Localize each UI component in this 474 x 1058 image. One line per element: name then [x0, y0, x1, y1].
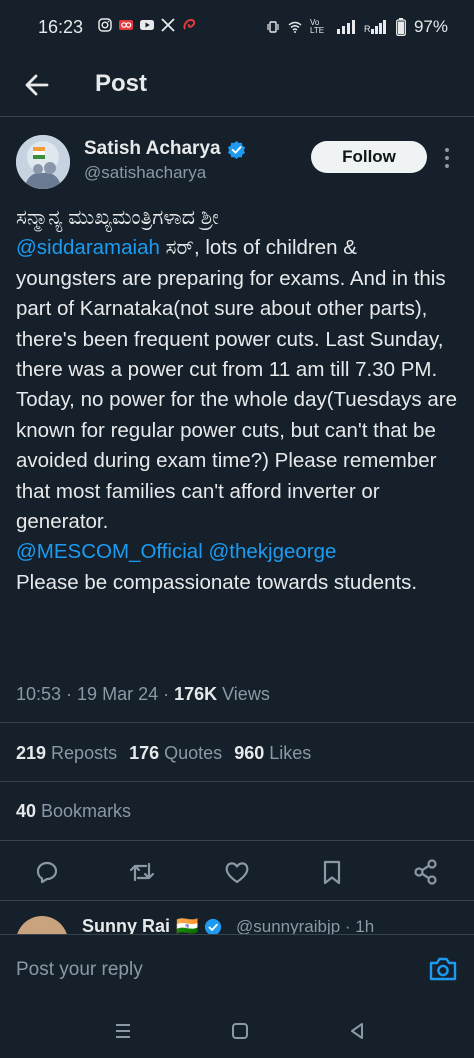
likes-label: Likes [269, 743, 312, 763]
tweet-closing: Please be compassionate towards students… [16, 570, 418, 594]
status-bar: 16:23 Vo LTE R 97% [0, 0, 474, 56]
actions-divider [0, 900, 474, 901]
avatar-illustration [16, 135, 70, 189]
tweet-meta: 10:53 · 19 Mar 24 · 176K Views [16, 684, 270, 705]
author-name-row[interactable]: Satish Acharya [84, 138, 246, 160]
battery-percentage: 97% [413, 17, 448, 36]
system-icons: Vo LTE R 97% [266, 17, 448, 37]
likes-stat[interactable]: 960 Likes [234, 743, 311, 764]
tweet-text: ಸನ್ಮಾನ್ಯ ಮುಖ್ಯಮಂತ್ರಿಗಳಾದ ಶ್ರೀ @siddarama… [16, 203, 462, 598]
recent-apps-icon[interactable] [112, 1020, 134, 1042]
meta-separator: · [61, 684, 78, 704]
tweet-kannada-sir: ಸರ್ [159, 236, 194, 260]
signal-roaming-icon: R [364, 20, 386, 34]
instagram-icon [98, 18, 112, 32]
back-arrow-icon[interactable] [22, 70, 52, 100]
reply-composer[interactable]: Post your reply [0, 934, 474, 1005]
vibrate-icon [267, 21, 279, 33]
author-name[interactable]: Satish Acharya [84, 138, 221, 160]
status-time: 16:23 [38, 17, 84, 37]
india-flag-icon: 🇮🇳 [176, 916, 199, 934]
author-avatar[interactable] [16, 135, 70, 189]
back-nav-icon[interactable] [346, 1020, 368, 1042]
repost-icon[interactable] [128, 858, 156, 886]
reply-avatar[interactable] [16, 916, 68, 934]
battery-icon [396, 18, 406, 36]
reply-author-name[interactable]: Sunny Rai [82, 916, 170, 934]
follow-button[interactable]: Follow [311, 141, 427, 173]
tweet-date: 19 Mar 24 [77, 684, 159, 704]
home-icon[interactable] [229, 1020, 251, 1042]
tweet-time: 10:53 [16, 684, 62, 704]
reposts-count: 219 [16, 743, 47, 763]
stats-divider [0, 781, 474, 782]
airtel-icon [183, 18, 196, 30]
verified-badge-icon [227, 140, 245, 159]
x-icon [161, 18, 175, 32]
share-icon[interactable] [412, 858, 440, 886]
svg-text:R: R [364, 24, 371, 34]
volte-label: Vo LTE [309, 18, 325, 35]
mention-link[interactable]: @MESCOM_Official [16, 540, 203, 563]
bookmark-icon[interactable] [318, 858, 346, 886]
more-options-icon[interactable] [440, 146, 454, 170]
system-navigation-bar [0, 1004, 474, 1058]
header-divider [0, 116, 474, 117]
mention-link[interactable]: @siddaramaiah [16, 236, 160, 259]
reply-handle-time: @sunnyraibjp · 1h [236, 917, 375, 934]
top-bar: Post [0, 56, 474, 114]
youtube-icon [140, 20, 154, 30]
mention-link[interactable]: @thekjgeorge [208, 540, 336, 563]
quotes-label: Quotes [164, 743, 223, 763]
reply-preview[interactable]: Sunny Rai 🇮🇳 @sunnyraibjp · 1h [0, 906, 474, 934]
bookmarks-label: Bookmarks [41, 801, 132, 821]
author-handle[interactable]: @satishacharya [84, 163, 206, 183]
reposts-label: Reposts [51, 743, 118, 763]
quotes-stat[interactable]: 176 Quotes [129, 743, 222, 764]
signal-icon [336, 20, 355, 34]
meta-divider [0, 722, 474, 723]
tweet-kannada-greeting: ಸನ್ಮಾನ್ಯ ಮುಖ್ಯಮಂತ್ರಿಗಳಾದ ಶ್ರೀ [16, 206, 219, 229]
bookmarks-divider [0, 840, 474, 841]
quotes-count: 176 [129, 743, 160, 763]
wifi-icon [288, 21, 302, 33]
views-label: Views [217, 684, 270, 704]
views-count[interactable]: 176K [174, 684, 217, 704]
page-title: Post [95, 70, 148, 97]
like-heart-icon[interactable] [223, 858, 251, 886]
reply-name-row[interactable]: Sunny Rai 🇮🇳 [82, 916, 222, 934]
reply-input-placeholder[interactable]: Post your reply [16, 959, 143, 981]
tweet-body: , lots of children & youngsters are prep… [16, 236, 457, 534]
notification-icons [98, 18, 196, 32]
likes-count: 960 [234, 743, 265, 763]
app-notification-icon [119, 20, 133, 30]
bookmarks-count: 40 [16, 801, 37, 821]
bookmarks-stat[interactable]: 40 Bookmarks [16, 801, 131, 822]
engagement-stats: 219 Reposts 176 Quotes 960 Likes [16, 743, 311, 764]
verified-badge-icon [205, 918, 222, 934]
reply-icon[interactable] [33, 858, 61, 886]
reposts-stat[interactable]: 219 Reposts [16, 743, 117, 764]
meta-separator: · [158, 684, 175, 704]
camera-icon[interactable] [428, 955, 458, 983]
